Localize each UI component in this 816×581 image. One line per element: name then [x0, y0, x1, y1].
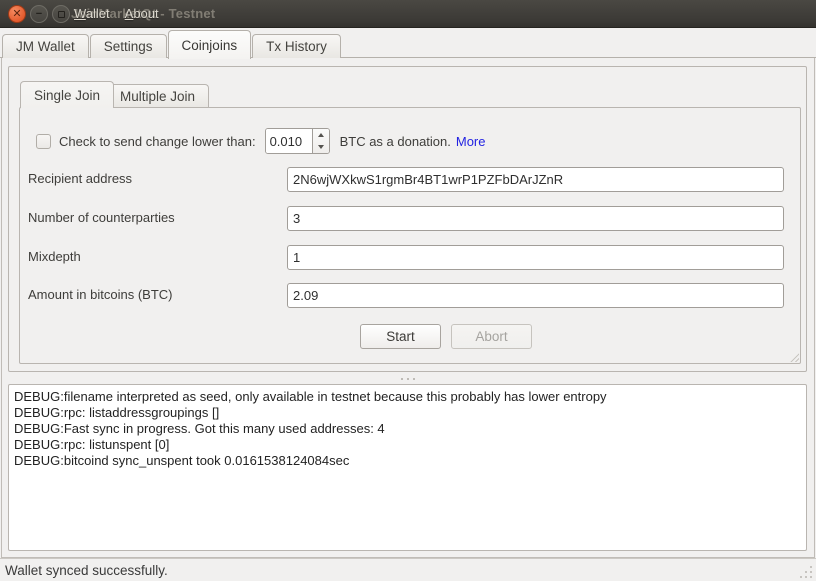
tab-tx-history[interactable]: Tx History	[252, 34, 341, 58]
mixdepth-input[interactable]	[287, 245, 784, 270]
tab-jm-wallet[interactable]: JM Wallet	[2, 34, 89, 58]
amount-label: Amount in bitcoins (BTC)	[28, 287, 173, 302]
spin-up-button[interactable]	[313, 129, 329, 141]
log-line: DEBUG:rpc: listaddressgroupings []	[14, 405, 801, 421]
menubar: Wallet About	[74, 6, 159, 21]
pane-resize-grip[interactable]	[790, 353, 799, 362]
log-line: DEBUG:bitcoind sync_unspent took 0.01615…	[14, 453, 801, 469]
donation-label: Check to send change lower than:	[59, 134, 256, 149]
log-line: DEBUG:rpc: listunspent [0]	[14, 437, 801, 453]
counterparties-label: Number of counterparties	[28, 210, 175, 225]
close-button[interactable]: ✕	[8, 5, 26, 23]
menu-about[interactable]: About	[125, 6, 159, 21]
log-line: DEBUG:Fast sync in progress. Got this ma…	[14, 421, 801, 437]
donation-suffix: BTC as a donation.	[340, 134, 451, 149]
donation-amount-spinbox	[265, 128, 330, 154]
single-join-pane: Check to send change lower than: BTC as …	[19, 107, 801, 364]
app-window: ✕ − JoinMarketQt - Testnet Wallet About …	[0, 0, 816, 581]
mixdepth-label: Mixdepth	[28, 249, 81, 264]
spin-buttons	[312, 129, 329, 153]
minimize-button[interactable]: −	[30, 5, 48, 23]
window-resize-grip[interactable]	[800, 565, 813, 578]
tab-multiple-join[interactable]: Multiple Join	[106, 84, 209, 108]
close-icon: ✕	[12, 9, 21, 20]
amount-input[interactable]	[287, 283, 784, 308]
more-link[interactable]: More	[456, 134, 486, 149]
start-button[interactable]: Start	[360, 324, 441, 349]
tab-coinjoins[interactable]: Coinjoins	[168, 30, 252, 59]
recipient-address-label: Recipient address	[28, 171, 132, 186]
donation-checkbox[interactable]	[36, 134, 51, 149]
coinjoin-frame: Single Join Multiple Join Check to send …	[8, 66, 807, 372]
status-message: Wallet synced successfully.	[5, 563, 168, 578]
coinjoins-page: Single Join Multiple Join Check to send …	[1, 58, 815, 558]
main-tabbar: JM Wallet Settings Coinjoins Tx History	[0, 28, 816, 58]
log-line: DEBUG:filename interpreted as seed, only…	[14, 389, 801, 405]
arrow-down-icon	[318, 145, 324, 149]
donation-amount-input[interactable]	[266, 129, 312, 153]
spin-down-button[interactable]	[313, 141, 329, 153]
menu-wallet[interactable]: Wallet	[74, 6, 110, 21]
statusbar: Wallet synced successfully.	[0, 558, 816, 581]
titlebar: ✕ − JoinMarketQt - Testnet Wallet About	[0, 0, 816, 28]
abort-button[interactable]: Abort	[451, 324, 532, 349]
tab-settings[interactable]: Settings	[90, 34, 167, 58]
maximize-button[interactable]	[52, 5, 70, 23]
donation-row: Check to send change lower than: BTC as …	[36, 128, 486, 154]
maximize-icon	[58, 11, 65, 18]
recipient-address-input[interactable]	[287, 167, 784, 192]
arrow-up-icon	[318, 133, 324, 137]
tab-single-join[interactable]: Single Join	[20, 81, 114, 108]
debug-log[interactable]: DEBUG:filename interpreted as seed, only…	[8, 384, 807, 551]
minimize-icon: −	[36, 9, 42, 20]
counterparties-input[interactable]	[287, 206, 784, 231]
splitter-handle[interactable]	[2, 374, 814, 383]
